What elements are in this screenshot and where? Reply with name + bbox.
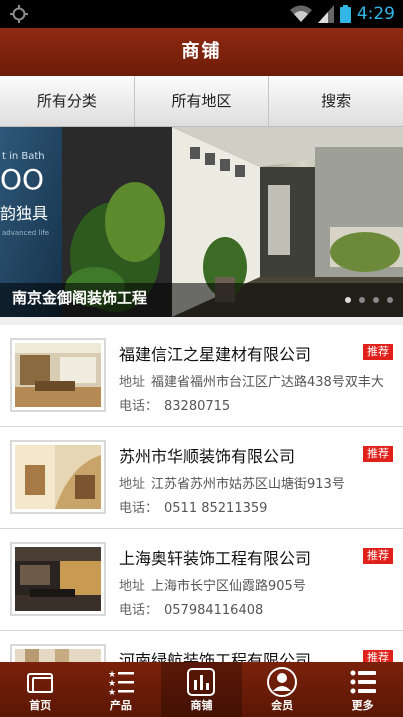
shop-name[interactable]: 河南绿航装饰工程有限公司 bbox=[119, 647, 311, 662]
recommend-badge: 推荐 bbox=[363, 446, 393, 462]
phone-label: 电话： bbox=[119, 603, 159, 618]
carousel-dot[interactable] bbox=[345, 297, 351, 303]
home-icon bbox=[27, 673, 54, 693]
nav-more-label: 更多 bbox=[351, 699, 374, 712]
carousel-dot[interactable] bbox=[373, 297, 379, 303]
phone-label: 电话： bbox=[119, 399, 159, 414]
shop-phone[interactable]: 电话： 83280715 bbox=[119, 395, 230, 414]
shop-name[interactable]: 福建信江之星建材有限公司 bbox=[119, 341, 311, 365]
status-bar: 4:29 bbox=[0, 0, 403, 28]
filter-region-tab[interactable]: 所有地区 bbox=[135, 76, 270, 126]
shop-name[interactable]: 上海奥轩装饰工程有限公司 bbox=[119, 545, 311, 569]
battery-icon bbox=[339, 5, 351, 23]
list-item[interactable]: 苏州市华顺装饰有限公司 推荐 地址 江苏省苏州市姑苏区山塘街913号 电话： 051… bbox=[0, 427, 403, 529]
shop-thumbnail bbox=[10, 644, 106, 662]
list-item[interactable]: 上海奥轩装饰工程有限公司 推荐 地址 上海市长宁区仙霞路905号 电话： 05798… bbox=[0, 529, 403, 631]
phone-value: 83280715 bbox=[164, 399, 231, 414]
shop-phone[interactable]: 电话： 0511 85211359 bbox=[119, 497, 267, 516]
banner-carousel[interactable]: t in Bath OO 韵独具 advanced life 南京金御阁装饰工程 bbox=[0, 127, 403, 317]
list-icon: ★ ★ ★ bbox=[108, 670, 134, 698]
status-time: 4:29 bbox=[356, 4, 395, 24]
address-label: 地址 bbox=[119, 477, 146, 492]
phone-label: 电话： bbox=[119, 501, 159, 516]
gps-icon bbox=[10, 5, 28, 23]
user-icon bbox=[267, 667, 298, 697]
nav-products-label: 产品 bbox=[109, 699, 132, 712]
banner-text-2: OO bbox=[0, 163, 44, 196]
shop-address: 地址 江苏省苏州市姑苏区山塘街913号 bbox=[119, 473, 391, 492]
shop-thumbnail bbox=[10, 440, 106, 514]
recommend-badge: 推荐 bbox=[363, 344, 393, 360]
recommend-badge: 推荐 bbox=[363, 650, 393, 662]
address-label: 地址 bbox=[119, 579, 146, 594]
recommend-badge: 推荐 bbox=[363, 548, 393, 564]
list-item[interactable]: 河南绿航装饰工程有限公司 推荐 bbox=[0, 631, 403, 662]
shop-thumbnail bbox=[10, 338, 106, 412]
nav-home-label: 首页 bbox=[29, 699, 52, 712]
address-value: 上海市长宁区仙霞路905号 bbox=[151, 579, 306, 594]
shop-phone[interactable]: 电话： 057984116408 bbox=[119, 599, 263, 618]
carousel-dot[interactable] bbox=[359, 297, 365, 303]
nav-shops[interactable]: 商铺 bbox=[161, 662, 242, 717]
address-value: 江苏省苏州市姑苏区山塘街913号 bbox=[151, 477, 345, 492]
bottom-nav: 首页 ★ ★ ★ 产品 商铺 会员 更多 bbox=[0, 662, 403, 717]
carousel-indicator bbox=[345, 297, 393, 303]
filter-bar: 所有分类 所有地区 搜索 bbox=[0, 76, 403, 127]
shop-list: 福建信江之星建材有限公司 推荐 地址 福建省福州市台江区广达路438号双丰大 电话… bbox=[0, 317, 403, 662]
shop-address: 地址 福建省福州市台江区广达路438号双丰大 bbox=[119, 371, 391, 390]
phone-value: 057984116408 bbox=[164, 603, 264, 618]
shop-address: 地址 上海市长宁区仙霞路905号 bbox=[119, 575, 391, 594]
nav-home[interactable]: 首页 bbox=[0, 662, 81, 717]
banner-caption: 南京金御阁装饰工程 bbox=[12, 289, 148, 307]
nav-products[interactable]: ★ ★ ★ 产品 bbox=[81, 662, 162, 717]
nav-more[interactable]: 更多 bbox=[322, 662, 403, 717]
banner-text-4: advanced life bbox=[2, 229, 49, 237]
wifi-icon bbox=[289, 5, 312, 22]
address-value: 福建省福州市台江区广达路438号双丰大 bbox=[151, 375, 384, 390]
signal-icon bbox=[317, 5, 334, 23]
search-tab[interactable]: 搜索 bbox=[269, 76, 403, 126]
nav-shops-label: 商铺 bbox=[190, 699, 213, 712]
page-title: 商铺 bbox=[0, 28, 403, 76]
list-item[interactable]: 福建信江之星建材有限公司 推荐 地址 福建省福州市台江区广达路438号双丰大 电话… bbox=[0, 325, 403, 427]
carousel-dot[interactable] bbox=[387, 297, 393, 303]
filter-category-tab[interactable]: 所有分类 bbox=[0, 76, 135, 126]
shop-name[interactable]: 苏州市华顺装饰有限公司 bbox=[119, 443, 295, 467]
banner-text-1: t in Bath bbox=[2, 151, 45, 162]
shop-thumbnail bbox=[10, 542, 106, 616]
nav-member[interactable]: 会员 bbox=[242, 662, 323, 717]
shop-chart-icon bbox=[187, 668, 216, 696]
more-icon bbox=[350, 670, 376, 694]
phone-value: 0511 85211359 bbox=[164, 501, 268, 516]
banner-text-3: 韵独具 bbox=[0, 204, 48, 223]
nav-member-label: 会员 bbox=[271, 699, 294, 712]
address-label: 地址 bbox=[119, 375, 146, 390]
